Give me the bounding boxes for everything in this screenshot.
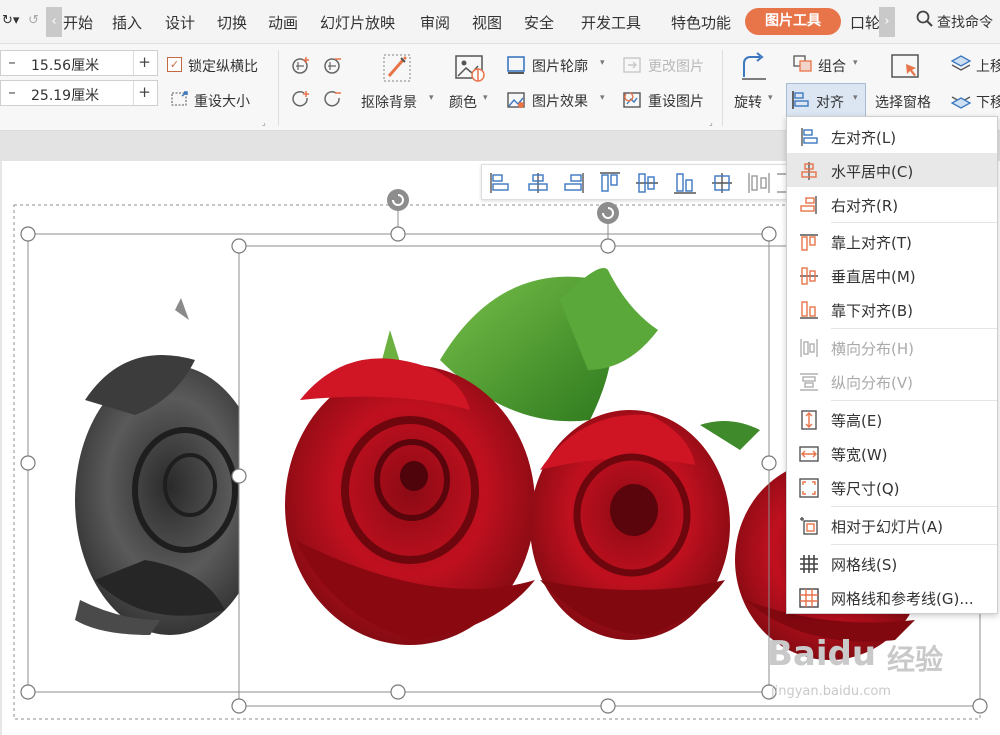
menu-separator	[831, 400, 997, 401]
grayscale-rose-image[interactable]	[75, 298, 265, 635]
relative-to-slide-icon	[799, 516, 819, 536]
same-height-icon	[799, 410, 819, 430]
float-align-top-icon[interactable]	[600, 172, 620, 192]
align-bottom-icon	[799, 300, 819, 320]
rose-leaf	[700, 421, 760, 450]
menu-item-grid-and-guides[interactable]: 网格线和参考线(G)...	[787, 580, 997, 614]
menu-item-align-center[interactable]: 水平居中(C)	[787, 153, 997, 187]
distribute-vertical-icon	[799, 372, 819, 392]
watermark-url: jingyan.baidu.com	[771, 684, 891, 699]
menu-separator	[831, 544, 997, 545]
float-align-right-icon[interactable]	[564, 173, 584, 193]
menu-item-align-left[interactable]: 左对齐(L)	[787, 119, 997, 153]
menu-item-distribute-horizontal[interactable]: 横向分布(H)	[787, 330, 997, 364]
menu-item-align-middle[interactable]: 垂直居中(M)	[787, 258, 997, 292]
menu-separator	[831, 222, 997, 223]
distribute-horizontal-icon	[799, 338, 819, 358]
red-rose-image[interactable]	[530, 410, 730, 640]
grid-guides-icon	[799, 588, 819, 608]
menu-item-same-width[interactable]: 等宽(W)	[787, 436, 997, 470]
align-top-icon	[799, 232, 819, 252]
baidu-jingyan-watermark: Baidu 经验 jingyan.baidu.com	[767, 634, 947, 704]
menu-item-same-height[interactable]: 等高(E)	[787, 402, 997, 436]
align-right-icon	[799, 195, 819, 215]
gridlines-icon	[799, 554, 819, 574]
float-distribute-horizontal-icon[interactable]	[748, 173, 770, 193]
align-left-icon	[799, 127, 819, 147]
float-align-left-icon[interactable]	[490, 173, 509, 193]
menu-item-align-bottom[interactable]: 靠下对齐(B)	[787, 292, 997, 326]
align-dropdown-menu: 左对齐(L) 水平居中(C) 右对齐(R) 靠上对齐(T) 垂直居中(M) 靠下…	[786, 116, 998, 614]
rose-leaf	[382, 330, 400, 362]
same-size-icon	[799, 478, 819, 498]
watermark-brand: Baidu	[767, 634, 877, 674]
float-align-middle-icon[interactable]	[636, 173, 658, 193]
align-center-icon	[799, 161, 819, 181]
float-align-center-icon[interactable]	[528, 173, 548, 193]
menu-separator	[831, 506, 997, 507]
menu-item-same-size[interactable]: 等尺寸(Q)	[787, 470, 997, 504]
menu-item-distribute-vertical[interactable]: 纵向分布(V)	[787, 364, 997, 398]
floating-align-toolbar	[481, 164, 787, 200]
menu-item-align-right[interactable]: 右对齐(R)	[787, 187, 997, 221]
menu-item-align-top[interactable]: 靠上对齐(T)	[787, 224, 997, 258]
same-width-icon	[799, 444, 819, 464]
watermark-product: 经验	[887, 643, 944, 676]
menu-item-relative-to-slide[interactable]: 相对于幻灯片(A)	[787, 508, 997, 542]
menu-item-gridlines[interactable]: 网格线(S)	[787, 546, 997, 580]
float-align-bottom-icon[interactable]	[674, 173, 696, 194]
align-middle-icon	[799, 266, 819, 286]
menu-separator	[831, 328, 997, 329]
float-distribute-icon[interactable]	[712, 173, 732, 193]
